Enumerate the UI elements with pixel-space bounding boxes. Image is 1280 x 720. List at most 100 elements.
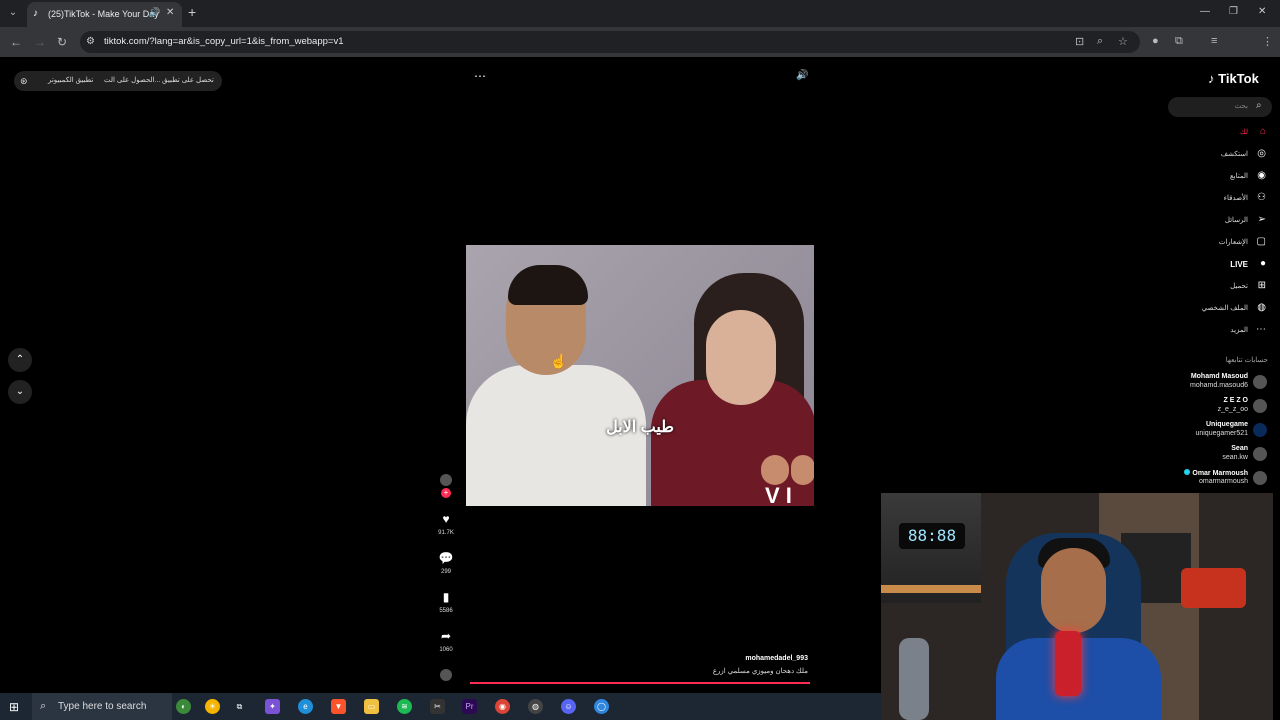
extensions-icon[interactable]: ⧉ [1175, 35, 1183, 48]
video-progress-bar[interactable] [470, 682, 810, 684]
brave-icon[interactable]: ▼ [331, 699, 346, 714]
tab-search-icon[interactable]: ⌄ [5, 5, 21, 21]
save-button[interactable]: ▮ 5586 [436, 590, 456, 614]
copilot-icon[interactable]: ✦ [265, 699, 280, 714]
more-options-icon[interactable]: ⋯ [474, 69, 486, 83]
comment-icon: 💬 [438, 551, 454, 565]
account-name: Uniquegame [1205, 421, 1248, 428]
site-info-icon[interactable]: ⚙ [86, 36, 95, 47]
app-icon[interactable]: ◯ [594, 699, 609, 714]
media-controls-icon[interactable]: ≡ [1211, 35, 1217, 47]
music-disc[interactable] [436, 669, 456, 681]
restore-icon[interactable]: ❐ [1229, 6, 1238, 17]
creator-avatar[interactable]: + [436, 474, 456, 498]
app-logo-icon[interactable]: ⊛ [20, 76, 28, 87]
sidebar-item-foryou[interactable]: لك ⌂ [1150, 125, 1270, 141]
browser-tab[interactable]: ♪ (25)TikTok - Make Your Day 🔊 ✕ [27, 2, 182, 27]
prev-video-button[interactable]: ⌃ [8, 348, 32, 372]
reload-icon[interactable]: ↻ [57, 35, 67, 49]
close-window-icon[interactable]: ✕ [1258, 6, 1266, 17]
sidebar-item-label: الأصدقاء [1223, 195, 1248, 202]
share-button[interactable]: ➦ 1060 [436, 629, 456, 653]
sidebar-item-label: المتابع [1229, 173, 1248, 180]
discord-icon[interactable]: ☺ [561, 699, 576, 714]
obs-icon[interactable]: ◍ [528, 699, 543, 714]
tiktok-logo[interactable]: ♪ TikTok [1208, 71, 1259, 86]
friends-icon: ⚇ [1257, 192, 1266, 203]
sidebar-item-live[interactable]: LIVE ● [1150, 257, 1270, 273]
sidebar-item-friends[interactable]: الأصدقاء ⚇ [1150, 191, 1270, 207]
new-tab-icon[interactable]: + [188, 4, 196, 20]
get-app-button[interactable]: تحصل على تطبيق [162, 76, 214, 84]
avatar [1253, 399, 1267, 413]
search-input[interactable]: بحث ⌕ [1168, 97, 1272, 117]
sidebar-item-more[interactable]: المزيد ⋯ [1150, 323, 1270, 339]
account-name: Mohamd Masoud [1190, 373, 1248, 380]
account-handle: mohamd.masoud6 [1190, 382, 1248, 389]
weather-icon[interactable]: ☀ [205, 699, 220, 714]
badge-text: V I [765, 483, 792, 506]
sidebar-item-label: المزيد [1230, 327, 1248, 334]
search-icon: ⌕ [40, 700, 47, 712]
avatar [1253, 447, 1267, 461]
avatar [1253, 423, 1267, 437]
sidebar-item-explore[interactable]: استكشف ◎ [1150, 147, 1270, 163]
tab-close-icon[interactable]: ✕ [166, 7, 174, 18]
install-pc-button[interactable]: تطبيق الكمبيوتر [48, 76, 93, 84]
get-coins-button[interactable]: الحصول على الت... [104, 76, 160, 84]
chrome-icon[interactable]: ◉ [495, 699, 510, 714]
following-account[interactable]: Sean sean.kw [1130, 443, 1270, 465]
digital-clock: 88:88 [899, 523, 965, 549]
browser-menu-icon[interactable]: ⋮ [1262, 35, 1273, 48]
url-text: tiktok.com/?lang=ar&is_copy_url=1&is_fro… [104, 36, 344, 47]
windows-start-icon[interactable]: ⊞ [9, 700, 19, 714]
zoom-icon[interactable]: ⌕ [1097, 35, 1103, 48]
forward-icon[interactable]: → [34, 35, 46, 49]
sidebar-item-inbox[interactable]: الإشعارات ▢ [1150, 235, 1270, 251]
next-video-button[interactable]: ⌄ [8, 380, 32, 404]
live-dot-icon [1184, 469, 1191, 475]
extension-dot-icon[interactable]: ● [1152, 35, 1159, 47]
more-icon: ⋯ [1256, 324, 1266, 335]
widgets-icon[interactable]: ◐ [176, 699, 191, 714]
sidebar-item-profile[interactable]: الملف الشخصي ◍ [1150, 301, 1270, 317]
tab-audio-icon[interactable]: 🔊 [149, 7, 160, 18]
back-icon[interactable]: ← [10, 35, 22, 49]
sidebar-item-following[interactable]: المتابع ◉ [1150, 169, 1270, 185]
taskbar-search-input[interactable]: ⌕ Type here to search [32, 693, 172, 720]
sidebar-item-label: الإشعارات [1218, 239, 1248, 246]
like-button[interactable]: ♥ 91.7K [436, 512, 456, 536]
video-player[interactable]: طيب الابل V I [466, 245, 814, 506]
premiere-icon[interactable]: Pr [462, 699, 477, 714]
comment-button[interactable]: 💬 299 [436, 551, 456, 575]
top-action-bar: ⊛ تطبيق الكمبيوتر الحصول على الت... تحصل… [14, 71, 222, 91]
omnibox[interactable]: ⚙ tiktok.com/?lang=ar&is_copy_url=1&is_f… [80, 31, 1140, 53]
webcam-bottle [899, 638, 929, 720]
sidebar-item-upload[interactable]: تحميل ⊞ [1150, 279, 1270, 295]
following-account[interactable]: Mohamd Masoud mohamd.masoud6 [1130, 371, 1270, 393]
task-view-icon[interactable]: ⧉ [232, 699, 247, 714]
windows-taskbar: ⊞ ⌕ Type here to search ◐ ☀ ⧉ ✦ e ▼ ▭ ≋ … [0, 693, 881, 720]
sidebar-item-messages[interactable]: الرسائل ➢ [1150, 213, 1270, 229]
messages-icon: ➢ [1257, 214, 1266, 225]
heart-icon: ♥ [442, 512, 450, 526]
profile-icon: ◍ [1257, 302, 1266, 313]
following-account[interactable]: Z E Z O z_e_z_oo [1130, 395, 1270, 417]
following-account[interactable]: Omar Marmoush omarmarmoush [1130, 467, 1270, 489]
bookmark-star-icon[interactable]: ☆ [1118, 35, 1128, 48]
spotify-icon[interactable]: ≋ [397, 699, 412, 714]
minimize-icon[interactable]: — [1200, 6, 1210, 17]
following-account[interactable]: Uniquegame uniquegamer521 [1130, 419, 1270, 441]
video-author[interactable]: mohamedadel_993 [600, 655, 808, 662]
file-explorer-icon[interactable]: ▭ [364, 699, 379, 714]
volume-icon[interactable]: 🔊 [796, 70, 808, 81]
webcam-person-face [1041, 548, 1106, 633]
sidebar-item-label: الرسائل [1224, 217, 1248, 224]
share-count: 1060 [439, 647, 453, 653]
browser-tab-bar: ⌄ ♪ (25)TikTok - Make Your Day 🔊 ✕ + — ❐… [0, 0, 1280, 27]
follow-plus-icon[interactable]: + [441, 488, 451, 498]
edge-icon[interactable]: e [298, 699, 313, 714]
capcut-icon[interactable]: ✂ [430, 699, 445, 714]
install-app-icon[interactable]: ⊡ [1075, 35, 1084, 48]
search-icon[interactable]: ⌕ [1256, 100, 1262, 111]
